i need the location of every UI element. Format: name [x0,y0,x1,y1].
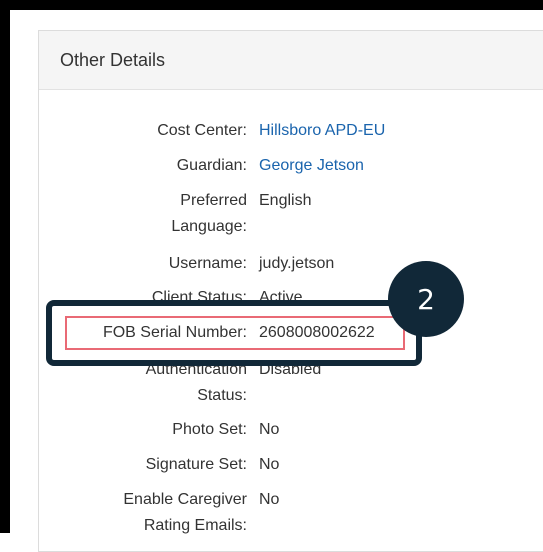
detail-row-photo-set: Photo Set: No [38,417,518,443]
field-label-line1: Enable Caregiver [123,491,247,508]
field-label: Photo Set: [172,421,247,438]
field-label-line2: Language: [171,218,247,235]
field-label-line1: Preferred [180,192,247,209]
field-value: No [259,421,280,438]
field-label: Cost Center: [157,122,247,139]
field-value: English [259,192,312,209]
detail-row-caregiver-rating-emails: Enable Caregiver Rating Emails: No [38,487,518,539]
detail-row-signature-set: Signature Set: No [38,452,518,478]
guardian-link[interactable]: George Jetson [259,153,364,179]
detail-row-cost-center: Cost Center: Hillsboro APD-EU [38,118,518,144]
field-value: No [259,456,280,473]
detail-row-preferred-language: Preferred Language: English [38,188,518,240]
field-label: Username: [168,255,247,272]
field-label: Preferred Language: [38,188,247,240]
step-number-badge: 2 [388,261,464,337]
field-label: Enable Caregiver Rating Emails: [38,487,247,539]
field-label: Signature Set: [145,456,247,473]
callout-box [46,300,422,366]
field-value: judy.jetson [259,255,335,272]
field-value: No [259,491,280,508]
detail-row-guardian: Guardian: George Jetson [38,153,518,179]
field-label: Guardian: [176,157,247,174]
field-label-line2: Status: [197,387,247,404]
cost-center-link[interactable]: Hillsboro APD-EU [259,118,385,144]
field-label-line2: Rating Emails: [143,517,247,534]
panel-title: Other Details [39,31,543,90]
